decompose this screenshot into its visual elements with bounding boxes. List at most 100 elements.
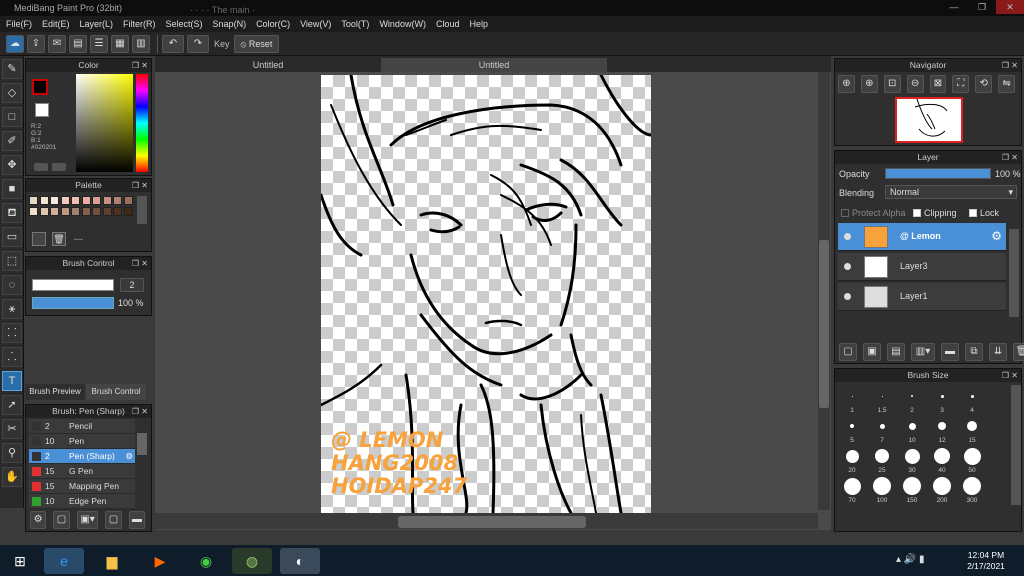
maximize-button[interactable]: ❐ (968, 0, 996, 14)
new-8bit-layer-icon[interactable]: ▤ (887, 343, 905, 361)
move-tool-icon[interactable]: ✥ (2, 155, 22, 175)
internet-explorer-icon[interactable]: e (44, 548, 84, 574)
brush-tool-icon[interactable]: ✎ (2, 59, 22, 79)
reset-button[interactable]: ⦸ Reset (233, 34, 280, 53)
palette-swatch[interactable] (102, 196, 112, 205)
brush-item[interactable]: 15 Mapping Pen (29, 479, 135, 494)
palette-swatch[interactable] (39, 196, 49, 205)
brush-size-option[interactable]: 3 (927, 385, 957, 415)
brush-item[interactable]: 10 Edge Pen (29, 494, 135, 509)
tab-untitled-2[interactable]: Untitled (381, 58, 607, 72)
clipping-checkbox[interactable] (913, 209, 921, 217)
eyedropper-tool-icon[interactable]: ⚲ (2, 443, 22, 463)
panel-close-icon[interactable]: ❐ ✕ (132, 179, 148, 192)
lock-option[interactable]: Lock (969, 208, 999, 218)
lock-checkbox[interactable] (969, 209, 977, 217)
protect-alpha-checkbox[interactable] (841, 209, 849, 217)
fill-rect-tool-icon[interactable]: ■ (2, 179, 22, 199)
brush-size-option[interactable]: 30 (897, 445, 927, 475)
brush-size-value[interactable]: 2 (120, 278, 144, 292)
actual-size-icon[interactable]: ⊠ (929, 75, 947, 93)
zoom-in-icon[interactable]: ⊕ (838, 75, 855, 93)
select-pen-tool-icon[interactable]: ⸬ (2, 323, 22, 343)
color-option-button-2[interactable] (52, 163, 66, 171)
blending-select[interactable]: Normal ▾ (885, 185, 1017, 199)
trash-icon[interactable]: 🗑 (52, 232, 66, 246)
brush-size-option[interactable]: 1.5 (867, 385, 897, 415)
palette-swatch[interactable] (113, 207, 122, 216)
brush-settings-icon[interactable]: ⚙ (30, 511, 47, 529)
new-halftone-layer-icon[interactable]: ▣ (863, 343, 881, 361)
divide-tool-icon[interactable]: ✂ (2, 419, 22, 439)
brush-size-scrollbar[interactable] (1011, 385, 1021, 505)
brush-size-option[interactable]: 2 (897, 385, 927, 415)
brush-list-scrollbar[interactable] (137, 433, 147, 455)
folder-icon[interactable]: ▬ (941, 343, 959, 361)
drawing-canvas[interactable]: @ LEMON HANG2008 HOIDAP247 (321, 75, 651, 513)
brush-size-option[interactable]: 100 (867, 475, 897, 505)
panel-close-icon[interactable]: ❐ ✕ (132, 59, 148, 72)
brush-size-option[interactable]: 200 (927, 475, 957, 505)
app-icon[interactable]: ◍ (232, 548, 272, 574)
brush-size-option[interactable]: 50 (957, 445, 987, 475)
comment-icon[interactable]: ✉ (48, 34, 66, 53)
new-layer-icon[interactable]: ▢ (839, 343, 857, 361)
palette-swatch[interactable] (81, 207, 91, 216)
palette-swatch[interactable] (39, 207, 49, 216)
brush-size-slider[interactable] (32, 279, 114, 291)
vertical-scroll-thumb[interactable] (819, 240, 829, 408)
close-window-button[interactable]: ✕ (996, 0, 1024, 14)
brush-size-option[interactable]: 20 (837, 445, 867, 475)
brush-item[interactable]: 2 Pen (Sharp) ⚙ (29, 449, 135, 464)
brush-item[interactable]: 10 Pen (29, 434, 135, 449)
color-option-button[interactable] (34, 163, 48, 171)
trash-icon[interactable]: 🗑 (1013, 343, 1024, 361)
media-player-icon[interactable]: ▶ (140, 548, 180, 574)
add-brush-icon[interactable]: ▣▾ (76, 511, 99, 529)
palette-swatch[interactable] (60, 207, 70, 216)
menu-window[interactable]: Window(W) (379, 19, 426, 29)
shape-tool-icon[interactable]: □ (2, 107, 22, 127)
gradient-tool-icon[interactable]: ▭ (2, 227, 22, 247)
document-icon[interactable]: ▤ (69, 34, 87, 53)
palette-swatch[interactable] (71, 207, 80, 216)
menu-file[interactable]: File(F) (6, 19, 32, 29)
gear-icon[interactable]: ⚙ (991, 229, 1002, 243)
panel-close-icon[interactable]: ❐ ✕ (132, 257, 148, 270)
palette-swatch[interactable] (71, 196, 80, 205)
menu-cloud[interactable]: Cloud (436, 19, 460, 29)
chrome-icon[interactable]: ◉ (186, 548, 226, 574)
palette-swatch[interactable] (29, 196, 38, 205)
tab-brush-preview[interactable]: Brush Preview (25, 384, 85, 400)
share-icon[interactable]: ⇪ (27, 34, 45, 53)
select-eraser-tool-icon[interactable]: ⸫ (2, 347, 22, 367)
zoom-fit-icon[interactable]: ⊡ (883, 75, 901, 93)
color-picker-square[interactable] (76, 74, 133, 172)
brush-opacity-slider[interactable] (32, 297, 114, 309)
fit-window-icon[interactable]: ⛶ (952, 75, 970, 93)
duplicate-layer-icon[interactable]: ⧉ (965, 343, 983, 361)
navigator-preview[interactable] (895, 97, 963, 143)
brush-size-option[interactable]: 7 (867, 415, 897, 445)
clipping-option[interactable]: Clipping (913, 208, 957, 218)
zoom-plus-icon[interactable]: ⊕ (860, 75, 878, 93)
horizontal-scroll-thumb[interactable] (398, 516, 586, 528)
visibility-eye-icon[interactable] (844, 293, 851, 300)
brush-size-option[interactable]: 25 (867, 445, 897, 475)
brush-size-option[interactable]: 5 (837, 415, 867, 445)
folder-icon[interactable]: ▬ (128, 511, 146, 529)
tab-brush-control[interactable]: Brush Control (86, 384, 146, 400)
add-layer-menu-icon[interactable]: ▥▾ (911, 343, 935, 361)
brush-size-option[interactable]: 300 (957, 475, 987, 505)
panel-close-icon[interactable]: ❐ ✕ (1002, 151, 1018, 164)
dot-tool-icon[interactable]: ✐ (2, 131, 22, 151)
flip-icon[interactable]: ⇋ (998, 75, 1015, 93)
magic-wand-tool-icon[interactable]: ⚹ (2, 299, 22, 319)
layer-row-layer3[interactable]: Layer3 (838, 253, 1006, 281)
eraser-tool-icon[interactable]: ◇ (2, 83, 22, 103)
palette-swatch[interactable] (123, 207, 133, 216)
menu-filter[interactable]: Filter(R) (123, 19, 156, 29)
hand-tool-icon[interactable]: ✋ (2, 467, 22, 487)
zoom-out-icon[interactable]: ⊖ (906, 75, 924, 93)
menu-tool[interactable]: Tool(T) (341, 19, 369, 29)
